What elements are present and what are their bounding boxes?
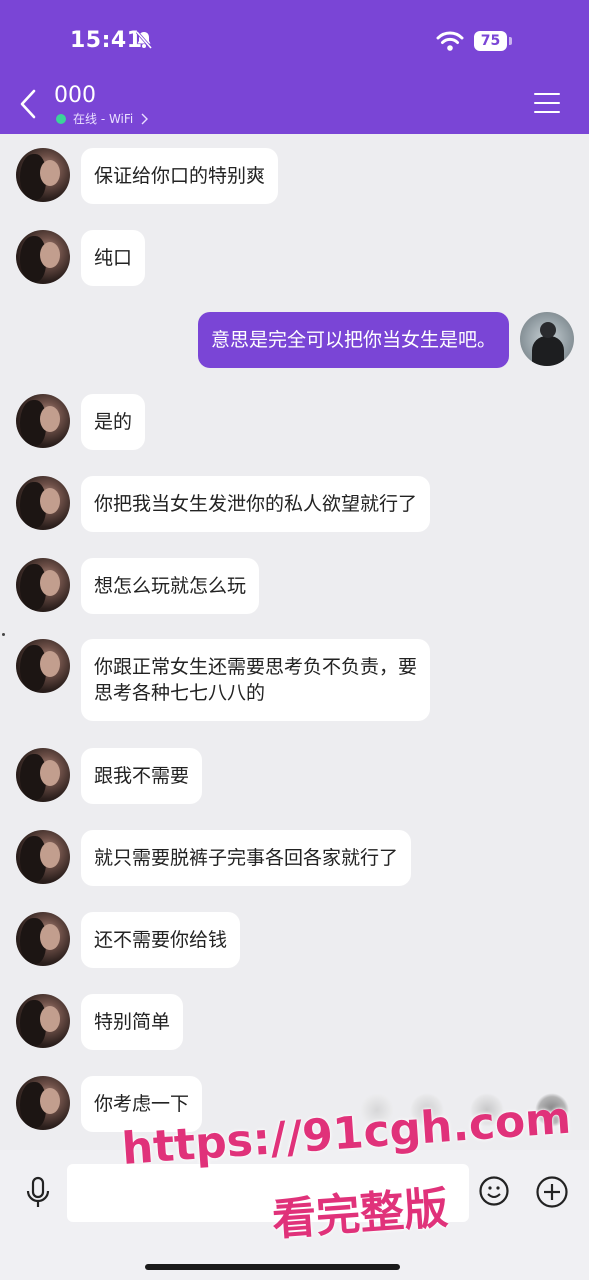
contact-avatar[interactable] — [16, 148, 70, 202]
message-bubble[interactable]: 你跟正常女生还需要思考负不负责，要 思考各种七七八八的 — [81, 639, 431, 721]
chevron-right-icon — [141, 113, 149, 125]
sticker-icon[interactable] — [478, 1175, 510, 1207]
online-dot — [56, 114, 66, 124]
contact-avatar[interactable] — [16, 994, 70, 1048]
message-bubble[interactable]: 纯口 — [81, 230, 146, 286]
contact-avatar[interactable] — [16, 476, 70, 530]
wifi-icon — [436, 31, 464, 51]
status-time: 15:41 — [70, 28, 143, 53]
battery-tip — [509, 37, 512, 45]
battery-level: 75 — [474, 31, 507, 51]
contact-avatar[interactable] — [16, 830, 70, 884]
message-list[interactable]: 保证给你口的特别爽 纯口 意思是完全可以把你当女生是吧。 是的 你把我当女生发泄… — [0, 134, 589, 1134]
message-bubble[interactable]: 你把我当女生发泄你的私人欲望就行了 — [81, 476, 431, 532]
battery-indicator: 75 — [474, 31, 512, 53]
plus-icon[interactable] — [535, 1175, 569, 1209]
watermark-cta: 看完整版 — [270, 1182, 450, 1246]
top-bar: 15:41 75 000 在线 - WiFi — [0, 0, 589, 134]
online-status-text: 在线 - WiFi — [73, 112, 134, 126]
message-bubble[interactable]: 是的 — [81, 394, 146, 450]
contact-avatar[interactable] — [16, 230, 70, 284]
online-status[interactable]: 在线 - WiFi — [56, 111, 149, 127]
chat-title[interactable]: 000 — [54, 83, 96, 109]
contact-avatar[interactable] — [16, 748, 70, 802]
chevron-left-icon[interactable] — [14, 86, 44, 122]
my-avatar[interactable] — [520, 312, 574, 366]
contact-avatar[interactable] — [16, 912, 70, 966]
menu-icon[interactable] — [534, 93, 560, 115]
contact-avatar[interactable] — [16, 639, 70, 693]
message-bubble[interactable]: 就只需要脱裤子完事各回各家就行了 — [81, 830, 412, 886]
message-bubble[interactable]: 想怎么玩就怎么玩 — [81, 558, 260, 614]
contact-avatar[interactable] — [16, 1076, 70, 1130]
message-bubble[interactable]: 特别简单 — [81, 994, 184, 1050]
message-bubble[interactable]: 还不需要你给钱 — [81, 912, 241, 968]
contact-avatar[interactable] — [16, 394, 70, 448]
microphone-icon[interactable] — [24, 1176, 52, 1210]
stray-dot — [2, 633, 5, 636]
bell-off-icon — [135, 31, 153, 49]
home-indicator — [145, 1264, 400, 1270]
message-bubble[interactable]: 意思是完全可以把你当女生是吧。 — [197, 312, 509, 368]
contact-avatar[interactable] — [16, 558, 70, 612]
message-bubble[interactable]: 跟我不需要 — [81, 748, 203, 804]
message-bubble[interactable]: 保证给你口的特别爽 — [81, 148, 279, 204]
